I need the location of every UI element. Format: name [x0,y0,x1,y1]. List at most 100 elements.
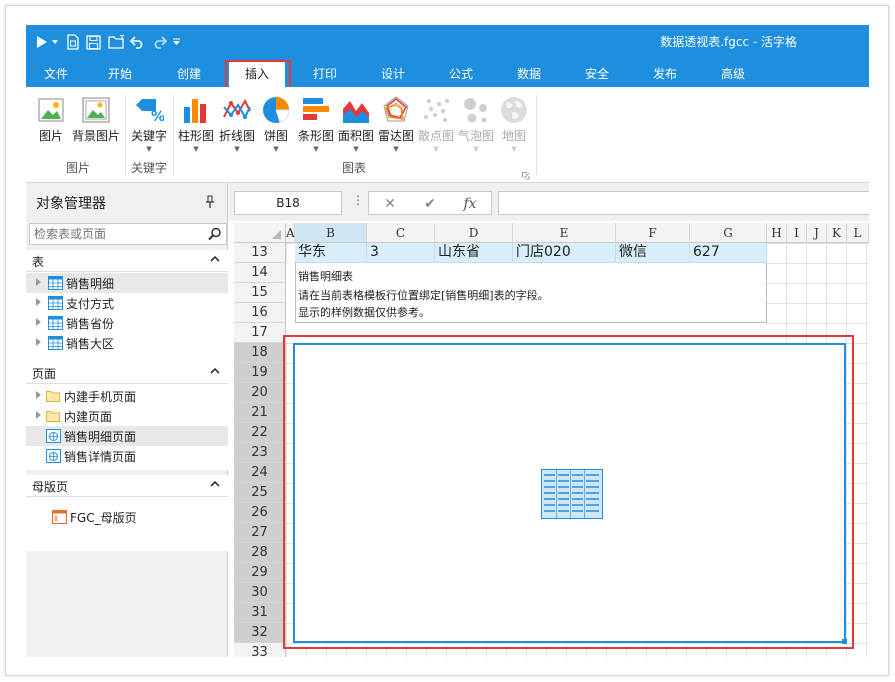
confirm-icon[interactable]: ✔ [415,194,445,214]
row-header[interactable]: 22 [234,423,286,443]
row-header[interactable]: 32 [234,623,286,643]
customize-icon[interactable] [170,32,182,52]
tree-item-folder[interactable]: 内建手机页面 [26,386,228,406]
column-header[interactable]: D [435,223,513,243]
row-header[interactable]: 25 [234,483,286,503]
column-header[interactable]: E [513,223,616,243]
open-folder-icon[interactable] [106,32,126,52]
column-header[interactable]: A [286,223,295,243]
column-chart-button[interactable]: 柱形图 ▼ [176,95,216,154]
chevron-up-icon[interactable] [210,479,220,489]
column-header[interactable]: I [787,223,807,243]
tab-security[interactable]: 安全 [573,61,621,87]
area-chart-button[interactable]: 面积图 ▼ [336,95,376,154]
map-chart-button[interactable]: 地图 ▼ [496,95,532,154]
tab-advanced[interactable]: 高级 [709,61,757,87]
tree-item-page[interactable]: 销售详情页面 [26,446,228,466]
row-header[interactable]: 28 [234,543,286,563]
tree-item-master-page[interactable]: FGC_母版页 [26,507,228,527]
tab-create[interactable]: 创建 [165,61,213,87]
cell-b13[interactable]: 华东 [295,243,367,263]
cell-e13[interactable]: 门店020 [513,243,616,263]
row-header[interactable]: 20 [234,383,286,403]
scatter-chart-button[interactable]: 散点图 ▼ [416,95,456,154]
function-icon[interactable]: fx [455,194,485,214]
expand-arrow-icon[interactable] [36,391,41,399]
row-header[interactable]: 27 [234,523,286,543]
keyword-button[interactable]: % 关键字 ▼ [128,95,170,154]
tab-publish[interactable]: 发布 [641,61,689,87]
row-header[interactable]: 33 [234,643,286,657]
dropdown-icon[interactable] [50,32,60,52]
tree-item-table[interactable]: 销售明细 [26,273,228,293]
expand-arrow-icon[interactable] [36,318,41,326]
row-header[interactable]: 23 [234,443,286,463]
undo-icon[interactable] [128,32,146,52]
column-header[interactable]: H [767,223,787,243]
column-header[interactable]: B [295,223,367,243]
row-header[interactable]: 21 [234,403,286,423]
play-icon[interactable] [34,32,50,52]
expand-arrow-icon[interactable] [36,298,41,306]
chevron-up-icon[interactable] [210,366,220,376]
cancel-icon[interactable]: ✕ [375,194,405,214]
select-all-corner[interactable] [234,223,286,243]
row-header[interactable]: 16 [234,303,286,323]
tab-formula[interactable]: 公式 [437,61,485,87]
section-header-pages[interactable]: 页面 [26,362,228,384]
search-input[interactable] [30,224,200,244]
tree-item-table[interactable]: 支付方式 [26,293,228,313]
save-as-icon[interactable] [64,32,82,52]
bar-chart-button[interactable]: 条形图 ▼ [296,95,336,154]
tree-item-table[interactable]: 销售大区 [26,333,228,353]
cell-g13[interactable]: 627 [690,243,767,263]
radar-chart-button[interactable]: 雷达图 ▼ [376,95,416,154]
expand-arrow-icon[interactable] [36,411,41,419]
row-header[interactable]: 19 [234,363,286,383]
save-icon[interactable] [84,32,102,52]
cell-f13[interactable]: 微信 [616,243,690,263]
background-picture-button[interactable]: 背景图片 [70,95,122,144]
tree-item-table[interactable]: 销售省份 [26,313,228,333]
pie-chart-button[interactable]: 饼图 ▼ [258,95,294,154]
tab-print[interactable]: 打印 [301,61,349,87]
pin-icon[interactable] [205,195,215,209]
cell-d13[interactable]: 山东省 [435,243,513,263]
search-box[interactable] [29,223,227,245]
row-header[interactable]: 26 [234,503,286,523]
column-header[interactable]: C [367,223,435,243]
section-header-tables[interactable]: 表 [26,250,228,272]
tab-home[interactable]: 开始 [96,61,144,87]
line-chart-button[interactable]: 折线图 ▼ [217,95,257,154]
row-header[interactable]: 30 [234,583,286,603]
row-header[interactable]: 18 [234,343,286,363]
tree-item-page[interactable]: 销售明细页面 [26,426,228,446]
column-header[interactable]: L [847,223,869,243]
row-header[interactable]: 31 [234,603,286,623]
row-header[interactable]: 17 [234,323,286,343]
redo-icon[interactable] [150,32,168,52]
row-header[interactable]: 14 [234,263,286,283]
search-icon[interactable] [208,227,222,241]
row-header[interactable]: 29 [234,563,286,583]
tab-file[interactable]: 文件 [32,61,80,87]
chevron-up-icon[interactable] [210,254,220,264]
row-header[interactable]: 13 [234,243,286,263]
bubble-chart-button[interactable]: 气泡图 ▼ [456,95,496,154]
row-header[interactable]: 24 [234,463,286,483]
expand-arrow-icon[interactable] [36,338,41,346]
column-header[interactable]: F [616,223,690,243]
tab-design[interactable]: 设计 [369,61,417,87]
row-header[interactable]: 15 [234,283,286,303]
tab-data[interactable]: 数据 [505,61,553,87]
dialog-launcher-icon[interactable] [522,169,530,180]
column-header[interactable]: J [807,223,827,243]
formula-input[interactable] [498,191,869,215]
section-header-master-pages[interactable]: 母版页 [26,475,228,497]
name-box[interactable]: B18 [234,191,342,215]
tree-item-folder[interactable]: 内建页面 [26,406,228,426]
cell-c13[interactable]: 3 [367,243,435,263]
column-header[interactable]: G [690,223,767,243]
expand-arrow-icon[interactable] [36,278,41,286]
picture-button[interactable]: 图片 [34,95,68,144]
